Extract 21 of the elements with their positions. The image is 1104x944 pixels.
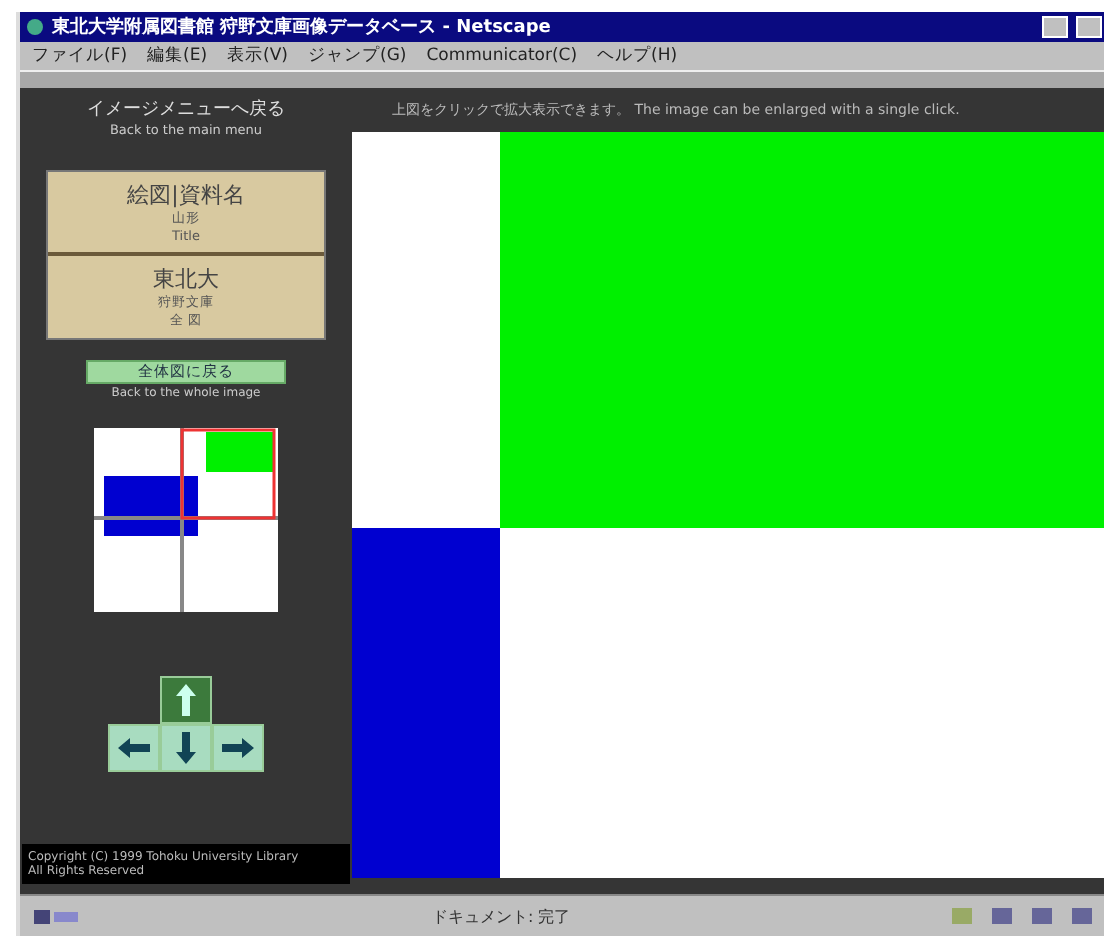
menu-item[interactable]: ファイル(F) — [32, 44, 128, 68]
menu-item[interactable]: 編集(E) — [147, 44, 208, 68]
arrow-icon — [118, 738, 150, 758]
arrow-icon — [222, 738, 254, 758]
app-icon — [26, 18, 44, 36]
status-text: ドキュメント: 完了 — [432, 905, 573, 927]
menu-item[interactable]: ヘルプ(H) — [597, 44, 678, 68]
card-title: 絵図|資料名 — [127, 180, 245, 210]
scroll-button[interactable] — [212, 724, 264, 772]
menu-item[interactable]: ジャンプ(G) — [308, 44, 407, 68]
scroll-button[interactable] — [108, 724, 160, 772]
scroll-button[interactable] — [160, 676, 212, 724]
menu-item[interactable]: 表示(V) — [227, 44, 288, 68]
window-title: 東北大学附属図書館 狩野文庫画像データベース - Netscape — [52, 14, 553, 40]
arrow-icon — [176, 732, 196, 764]
menu-item[interactable]: Communicator(C) — [426, 46, 578, 66]
arrow-icon — [176, 684, 196, 716]
image-drawing[interactable] — [352, 132, 1104, 878]
overview-map-drawing[interactable] — [94, 428, 278, 612]
card-title: 東北大 — [153, 264, 219, 294]
scroll-button[interactable] — [160, 724, 212, 772]
